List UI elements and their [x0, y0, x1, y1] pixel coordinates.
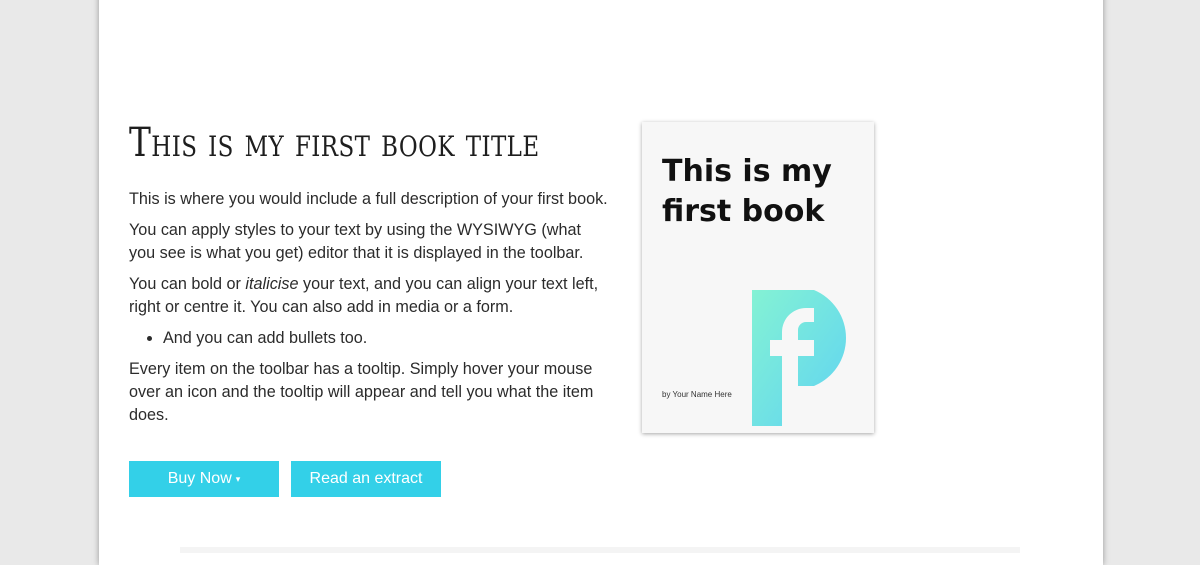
italic-text: italicise: [245, 275, 298, 293]
description-paragraph-2: You can apply styles to your text by usi…: [129, 219, 609, 265]
read-extract-button[interactable]: Read an extract: [291, 461, 441, 497]
bullet-item: And you can add bullets too.: [163, 327, 609, 350]
cover-title: This is my first book: [662, 152, 862, 232]
bottom-divider: [180, 547, 1020, 553]
cover-author: by Your Name Here: [662, 390, 732, 399]
book-details: This is my first book title This is wher…: [129, 120, 609, 435]
description-text: You can bold or: [129, 275, 245, 293]
caret-down-icon: ▾: [236, 461, 241, 497]
book-description: This is where you would include a full d…: [129, 188, 609, 427]
description-paragraph-1: This is where you would include a full d…: [129, 188, 609, 211]
f-logo-icon: [752, 290, 868, 426]
book-title: This is my first book title: [129, 120, 523, 166]
book-cover[interactable]: This is my first book by Your Name Here: [642, 122, 874, 433]
buy-now-label: Buy Now: [168, 470, 232, 487]
description-paragraph-3: You can bold or italicise your text, and…: [129, 273, 609, 319]
buy-now-button[interactable]: Buy Now▾: [129, 461, 279, 497]
description-paragraph-4: Every item on the toolbar has a tooltip.…: [129, 358, 609, 427]
action-buttons: Buy Now▾ Read an extract: [129, 461, 441, 497]
description-bullet-list: And you can add bullets too.: [129, 327, 609, 350]
